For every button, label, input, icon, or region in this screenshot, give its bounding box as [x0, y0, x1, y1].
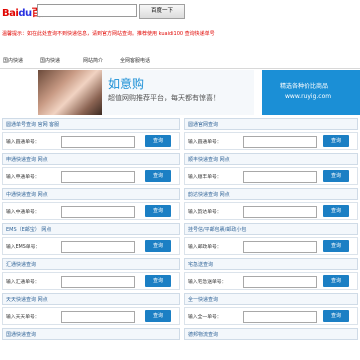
banner-subtitle: 超值网购推荐平台，每天都有惊喜！	[108, 94, 220, 102]
section-header[interactable]: 汇通快递查询	[2, 258, 180, 270]
logo-text: Bai	[2, 8, 19, 19]
banner-right-url: www.ruyig.com	[285, 93, 332, 100]
query-button[interactable]: 查询	[145, 205, 171, 217]
query-button[interactable]: 查询	[145, 135, 171, 147]
tracking-row: 输入天天单号： 查询	[2, 307, 180, 325]
tracking-label: 输入韵达单号：	[188, 210, 222, 215]
tracking-label: 输入天天单号：	[6, 315, 40, 320]
nav-item-domestic[interactable]: 国内快递	[3, 57, 23, 64]
tracking-row: 输入全一单号： 查询	[184, 307, 358, 325]
nav-item-phone[interactable]: 全网客服电话	[120, 57, 150, 64]
tracking-label: 输入中通单号：	[6, 210, 40, 215]
tracking-label: 输入宅急送单号：	[188, 280, 227, 285]
tracking-number-input[interactable]	[243, 136, 317, 148]
section-header[interactable]: 德邦物流查询	[184, 328, 358, 340]
query-button[interactable]: 查询	[145, 275, 171, 287]
tracking-label: 输入申通单号：	[6, 175, 40, 180]
section-header[interactable]: 顺丰快递查询 网点	[184, 153, 358, 165]
query-button[interactable]: 查询	[145, 240, 171, 252]
section-header[interactable]: 天天快递查询 网点	[2, 293, 180, 305]
tracking-number-input[interactable]	[243, 241, 317, 253]
model-photo	[38, 70, 102, 115]
nav-item-domestic-2[interactable]: 国内快递	[40, 57, 60, 64]
tracking-row: 输入韵达单号： 查询	[184, 202, 358, 220]
tracking-number-input[interactable]	[243, 206, 317, 218]
tracking-label: 输入邮政单号：	[188, 245, 222, 250]
section-header[interactable]: 圆通单号查询 官网 客服	[2, 118, 180, 130]
query-button[interactable]: 查询	[145, 170, 171, 182]
query-button[interactable]: 查询	[323, 240, 349, 252]
tracking-number-input[interactable]	[243, 311, 317, 323]
tracking-label: 输入顺丰单号：	[188, 175, 222, 180]
section-header[interactable]: 圆通官网查询	[184, 118, 358, 130]
tracking-label: 输入汇通单号：	[6, 280, 40, 285]
notice-text: 温馨提示：如在此处查询不到快递信息，请到官方网站查询。推荐使用 kuaidi10…	[2, 31, 215, 37]
tracking-number-input[interactable]	[243, 276, 317, 288]
tracking-row: 输入EMS单号： 查询	[2, 237, 180, 255]
section-header[interactable]: 挂号信/平邮包裹/邮政小包	[184, 223, 358, 235]
tracking-number-input[interactable]	[61, 206, 135, 218]
tracking-number-input[interactable]	[243, 171, 317, 183]
query-button[interactable]: 查询	[323, 205, 349, 217]
tracking-label: 输入全一单号：	[188, 315, 222, 320]
search-button[interactable]: 百度一下	[139, 4, 185, 19]
tracking-number-input[interactable]	[61, 136, 135, 148]
query-button[interactable]: 查询	[145, 310, 171, 322]
tracking-label: 输入圆通单号：	[6, 140, 40, 145]
section-header[interactable]: 宅急送查询	[184, 258, 358, 270]
tracking-row: 输入邮政单号： 查询	[184, 237, 358, 255]
tracking-row: 输入圆通单号： 查询	[184, 132, 358, 150]
banner-right-title: 精选各种价比商品	[280, 83, 329, 90]
top-bar: Baidu百度 百度一下	[0, 0, 360, 22]
tracking-number-input[interactable]	[61, 241, 135, 253]
ad-banner[interactable]: 如意购 超值网购推荐平台，每天都有惊喜！ 精选各种价比商品 www.ruyig.…	[0, 70, 360, 115]
section-header[interactable]: 全一快递查询	[184, 293, 358, 305]
nav-bar: 国内快递 国内快递 网站简介 全网客服电话	[0, 54, 360, 69]
tracking-number-input[interactable]	[61, 171, 135, 183]
tracking-label: 输入EMS单号：	[6, 245, 41, 250]
nav-item-about[interactable]: 网站简介	[83, 57, 103, 64]
section-header[interactable]: 申通快递查询 网点	[2, 153, 180, 165]
tracking-row: 输入顺丰单号： 查询	[184, 167, 358, 185]
banner-title: 如意购	[108, 77, 145, 91]
tracking-number-input[interactable]	[61, 276, 135, 288]
tracking-number-input[interactable]	[61, 311, 135, 323]
search-input[interactable]	[37, 4, 137, 17]
section-header[interactable]: EMS（E邮宝） 网点	[2, 223, 180, 235]
logo-paw-icon: du	[18, 8, 32, 19]
section-header[interactable]: 韵达快递查询 网点	[184, 188, 358, 200]
query-button[interactable]: 查询	[323, 275, 349, 287]
tracking-row: 输入圆通单号： 查询	[2, 132, 180, 150]
tracking-label: 输入圆通单号：	[188, 140, 222, 145]
section-header[interactable]: 中通快递查询 网点	[2, 188, 180, 200]
query-button[interactable]: 查询	[323, 135, 349, 147]
tracking-row: 输入中通单号： 查询	[2, 202, 180, 220]
query-button[interactable]: 查询	[323, 170, 349, 182]
tracking-row: 输入宅急送单号： 查询	[184, 272, 358, 290]
query-button[interactable]: 查询	[323, 310, 349, 322]
section-header[interactable]: 国通快递查询	[2, 328, 180, 340]
tracking-row: 输入申通单号： 查询	[2, 167, 180, 185]
tracking-row: 输入汇通单号： 查询	[2, 272, 180, 290]
